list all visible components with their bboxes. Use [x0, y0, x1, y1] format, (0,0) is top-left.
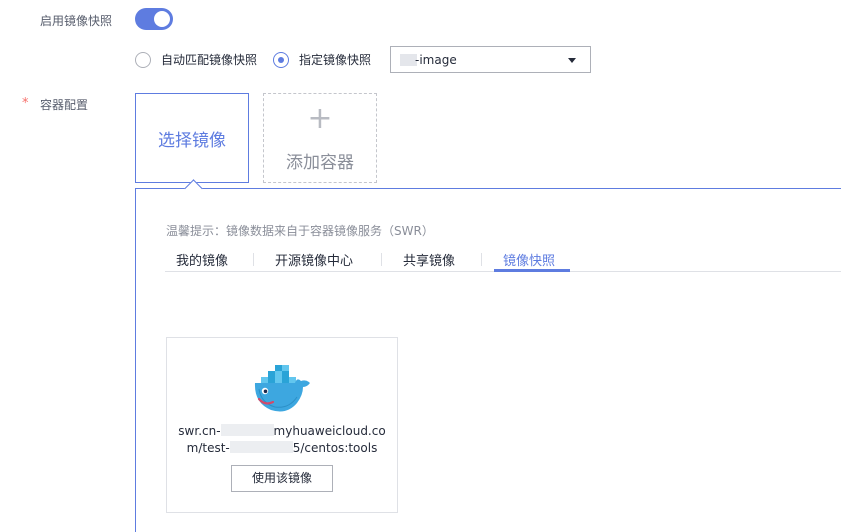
image-source-tabs: 我的镜像 开源镜像中心 共享镜像 镜像快照 — [165, 250, 841, 272]
repo-suffix: myhuaweicloud.co — [273, 424, 386, 438]
tab-image-snapshot[interactable]: 镜像快照 — [503, 250, 555, 269]
repo-path-line-1: swr.cn-myhuaweicloud.co — [167, 424, 397, 438]
docker-whale-icon — [254, 365, 310, 412]
tab-my-images[interactable]: 我的镜像 — [176, 250, 228, 269]
redacted-text — [229, 441, 293, 453]
use-image-button[interactable]: 使用该镜像 — [231, 465, 333, 492]
image-card: swr.cn-myhuaweicloud.co m/test- 5/centos:… — [166, 337, 398, 513]
tab-divider — [481, 253, 482, 266]
active-tab-indicator — [494, 269, 570, 272]
snapshot-select-value: -image — [415, 53, 457, 67]
radio-auto-dot[interactable] — [135, 51, 151, 68]
tab-shared-images[interactable]: 共享镜像 — [403, 250, 455, 269]
plus-icon: + — [307, 101, 333, 136]
radio-specified[interactable]: 指定镜像快照 — [273, 51, 371, 68]
tab-divider — [253, 253, 254, 266]
add-container-label: 添加容器 — [286, 153, 354, 173]
radio-specified-label: 指定镜像快照 — [299, 53, 372, 67]
select-image-label: 选择镜像 — [158, 130, 226, 151]
swr-hint: 温馨提示：镜像数据来自于容器镜像服务（SWR） — [166, 224, 434, 238]
panel-border-left — [135, 188, 136, 532]
panel-border-top — [201, 188, 841, 189]
radio-specified-dot[interactable] — [273, 51, 289, 68]
repo-prefix: m/test- — [186, 441, 230, 455]
repo-prefix: swr.cn- — [178, 424, 221, 438]
enable-snapshot-toggle[interactable] — [135, 8, 173, 30]
snapshot-select[interactable]: -image — [390, 46, 591, 73]
container-config-label: 容器配置 — [40, 98, 89, 112]
repo-path-line-2: m/test- 5/centos:tools — [167, 441, 397, 455]
tab-divider — [381, 253, 382, 266]
required-mark: * — [22, 96, 29, 111]
redacted-text — [220, 424, 274, 436]
add-container-card[interactable]: + 添加容器 — [263, 93, 377, 183]
toggle-knob — [154, 11, 170, 27]
radio-auto-label: 自动匹配镜像快照 — [161, 53, 258, 67]
radio-auto-match[interactable]: 自动匹配镜像快照 — [135, 51, 257, 68]
chevron-down-icon[interactable] — [568, 58, 576, 63]
repo-suffix: 5/centos:tools — [292, 441, 378, 455]
tab-open-source[interactable]: 开源镜像中心 — [275, 250, 353, 269]
select-image-card[interactable]: 选择镜像 — [135, 93, 249, 183]
panel-border-top — [135, 188, 188, 189]
enable-snapshot-label: 启用镜像快照 — [40, 14, 113, 28]
